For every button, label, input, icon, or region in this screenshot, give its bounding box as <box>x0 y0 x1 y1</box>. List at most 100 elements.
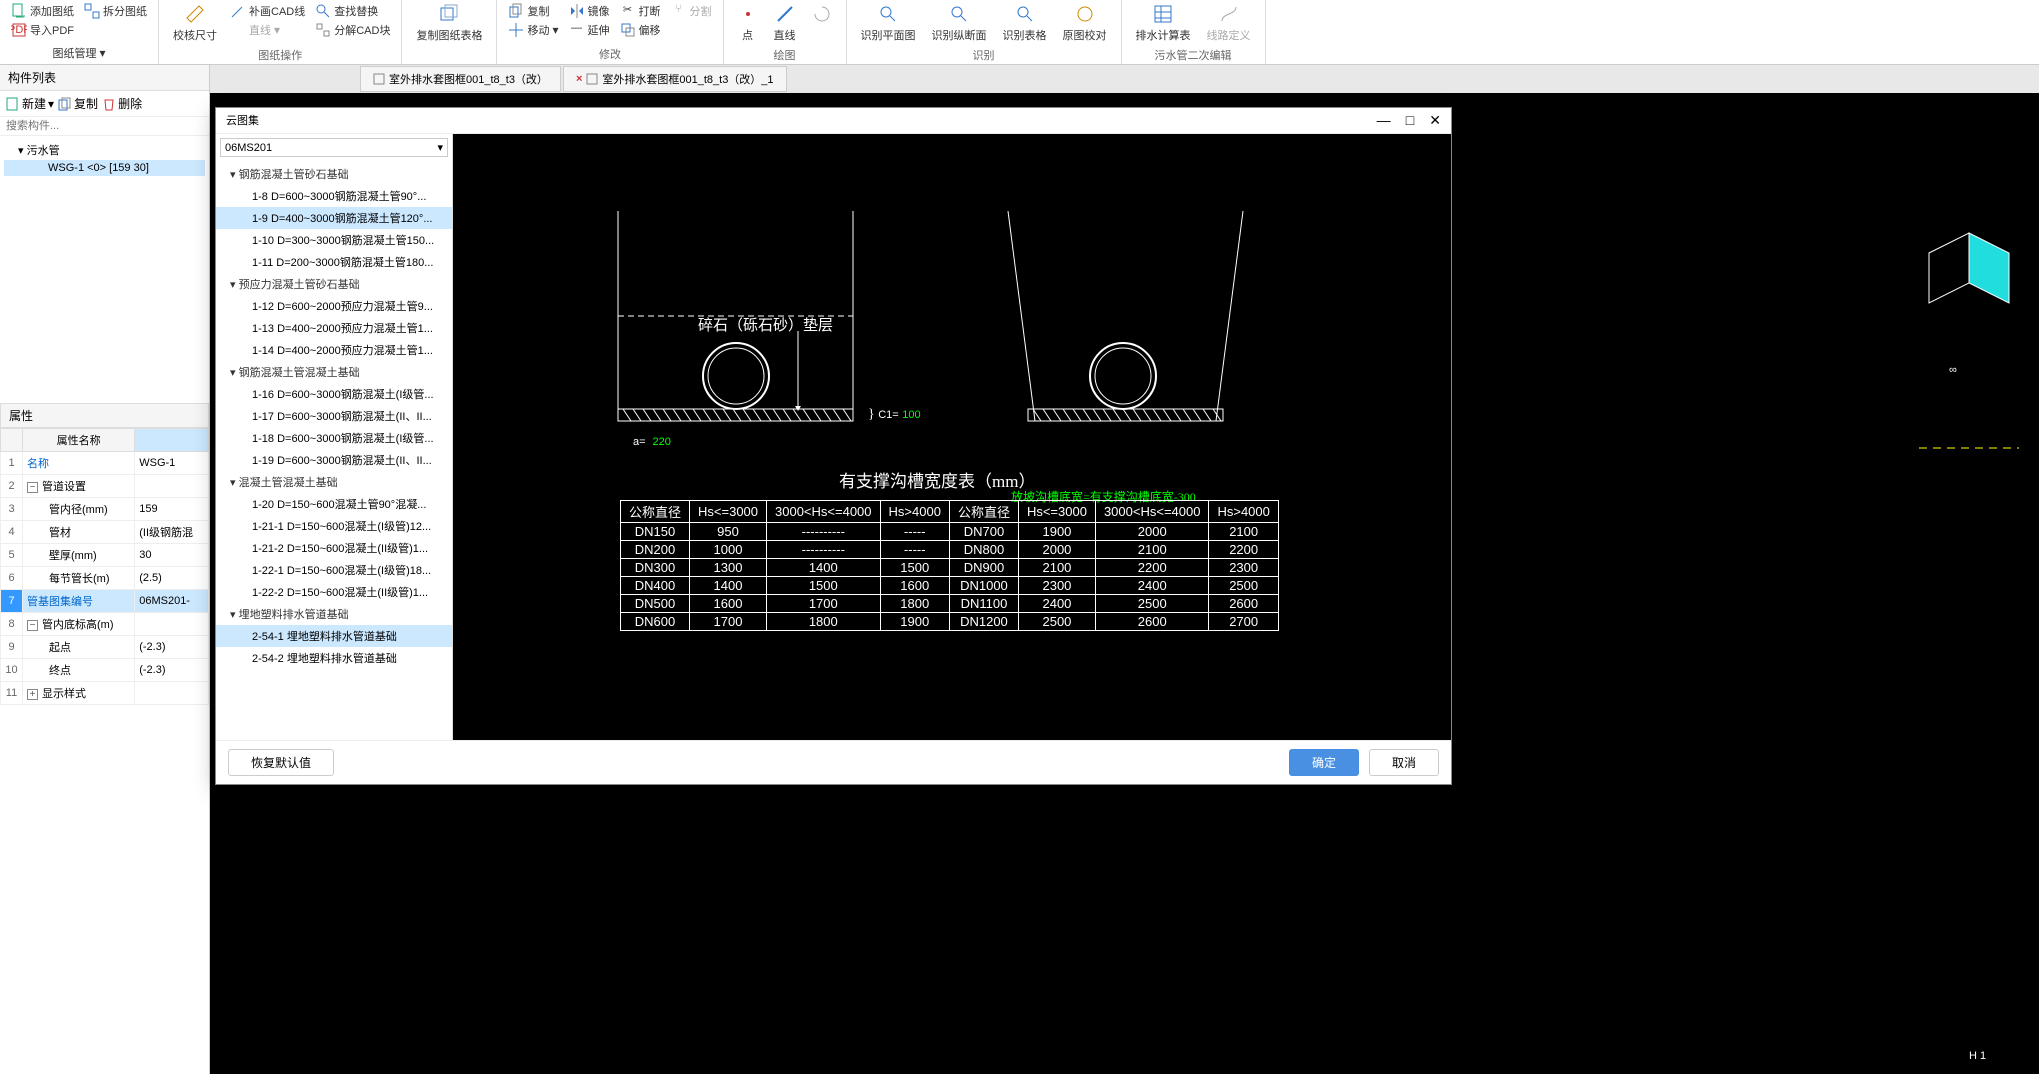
left-panel: 构件列表 新建 ▾ 复制 删除 ▾ 污水管 WSG-1 <0> [159 30]… <box>0 65 210 1074</box>
ribbon-group-modify: 复制 移动 ▾ 镜像 —延伸 ✂打断 偏移 ⑂分割 修改 <box>497 0 723 64</box>
rotate-button <box>806 2 838 45</box>
atlas-category[interactable]: ▾ 钢筋混凝土管砂石基础 <box>216 163 452 185</box>
move-button[interactable]: 移动 ▾ <box>505 21 561 39</box>
ribbon-group-copysheet: 复制图纸表格 <box>402 0 497 64</box>
atlas-item[interactable]: 1-9 D=400~3000钢筋混凝土管120°... <box>216 207 452 229</box>
close-icon[interactable]: ✕ <box>1429 112 1441 128</box>
svg-text:H 1: H 1 <box>1969 1050 1986 1062</box>
delete-button[interactable]: 删除 <box>102 95 142 112</box>
property-row[interactable]: 1名称WSG-1 <box>1 452 209 475</box>
split-cad-button[interactable]: 分解CAD块 <box>312 21 393 39</box>
extend-button[interactable]: —延伸 <box>566 21 613 39</box>
atlas-category[interactable]: ▾ 预应力混凝土管砂石基础 <box>216 273 452 295</box>
atlas-item[interactable]: 1-8 D=600~3000钢筋混凝土管90°... <box>216 185 452 207</box>
properties-table: 属性名称 1名称WSG-12−管道设置3管内径(mm)1594管材(II级钢筋混… <box>0 428 209 705</box>
point-icon <box>738 4 758 24</box>
check-size-button[interactable]: 校核尺寸 <box>167 2 223 45</box>
atlas-item[interactable]: 1-13 D=400~2000预应力混凝土管1... <box>216 317 452 339</box>
atlas-item[interactable]: 1-16 D=600~3000钢筋混凝土(I级管... <box>216 383 452 405</box>
atlas-item[interactable]: 1-19 D=600~3000钢筋混凝土(II、II... <box>216 449 452 471</box>
mirror-button[interactable]: 镜像 <box>566 2 613 20</box>
split-drawing-button[interactable]: 拆分图纸 <box>81 2 150 20</box>
copy-sheet-button[interactable]: 复制图纸表格 <box>410 2 488 48</box>
property-row[interactable]: 3管内径(mm)159 <box>1 498 209 521</box>
add-drawing-button[interactable]: 添加图纸 <box>8 2 77 20</box>
atlas-item[interactable]: 1-18 D=600~3000钢筋混凝土(I级管... <box>216 427 452 449</box>
atlas-dropdown[interactable]: 06MS201▾ <box>220 138 448 157</box>
property-row[interactable]: 4管材(II级钢筋混 <box>1 521 209 544</box>
line-button[interactable]: 直线 <box>768 2 802 45</box>
atlas-item[interactable]: 1-21-2 D=150~600混凝土(II级管)1... <box>216 537 452 559</box>
draw-cad-button[interactable]: 补画CAD线 <box>227 2 308 20</box>
atlas-item[interactable]: 2-54-1 埋地塑料排水管道基础 <box>216 625 452 647</box>
ribbon-group-draw: 点 直线 绘图 <box>724 0 847 64</box>
atlas-item[interactable]: 1-22-2 D=150~600混凝土(II级管)1... <box>216 581 452 603</box>
ribbon-group-recognize: 识别平面图 识别纵断面 识别表格 原图校对 识别 <box>847 0 1122 64</box>
reset-defaults-button[interactable]: 恢复默认值 <box>228 749 334 776</box>
atlas-category[interactable]: ▾ 混凝土管混凝土基础 <box>216 471 452 493</box>
property-row[interactable]: 2−管道设置 <box>1 475 209 498</box>
ribbon-group-ops: 校核尺寸 补画CAD线 直线 ▾ 查找替换 分解CAD块 图纸操作 <box>159 0 402 64</box>
magnify-plan-icon <box>878 4 898 24</box>
property-row[interactable]: 11+显示样式 <box>1 682 209 705</box>
atlas-item[interactable]: 1-10 D=300~3000钢筋混凝土管150... <box>216 229 452 251</box>
close-icon[interactable]: × <box>576 73 582 85</box>
view-cube-icon[interactable]: ∞ <box>1889 223 2019 423</box>
document-tab[interactable]: ×室外排水套图框001_t8_t3（改）_1 <box>563 66 787 92</box>
break-icon: ✂ <box>620 3 636 19</box>
atlas-item[interactable]: 1-17 D=600~3000钢筋混凝土(II、II... <box>216 405 452 427</box>
atlas-item[interactable]: 1-22-1 D=150~600混凝土(I级管)18... <box>216 559 452 581</box>
move-icon <box>508 22 524 38</box>
atlas-item[interactable]: 1-20 D=150~600混凝土管90°混凝... <box>216 493 452 515</box>
dialog-titlebar[interactable]: 云图集 — □ ✕ <box>216 108 1451 134</box>
atlas-item[interactable]: 1-14 D=400~2000预应力混凝土管1... <box>216 339 452 361</box>
atlas-item[interactable]: 1-12 D=600~2000预应力混凝土管9... <box>216 295 452 317</box>
property-row[interactable]: 8−管内底标高(m) <box>1 613 209 636</box>
atlas-category[interactable]: ▾ 埋地塑料排水管道基础 <box>216 603 452 625</box>
ok-button[interactable]: 确定 <box>1289 749 1359 776</box>
route-def-button: 线路定义 <box>1201 2 1257 45</box>
doc-check-icon <box>1075 4 1095 24</box>
copy-component-button[interactable]: 复制 <box>58 95 98 112</box>
export-pdf-button[interactable]: PDF导入PDF <box>8 21 77 39</box>
property-row[interactable]: 9起点(-2.3) <box>1 636 209 659</box>
new-button[interactable]: 新建 ▾ <box>6 95 54 112</box>
property-row[interactable]: 10终点(-2.3) <box>1 659 209 682</box>
point-button[interactable]: 点 <box>732 2 764 45</box>
copy-button[interactable]: 复制 <box>505 2 561 20</box>
atlas-item[interactable]: 1-21-1 D=150~600混凝土(I级管)12... <box>216 515 452 537</box>
delete-icon <box>102 97 116 111</box>
tree-node-sewer[interactable]: ▾ 污水管 <box>4 140 205 160</box>
orig-check-button[interactable]: 原图校对 <box>1057 2 1113 45</box>
id-table-button[interactable]: 识别表格 <box>997 2 1053 45</box>
tree-leaf-wsg1[interactable]: WSG-1 <0> [159 30] <box>4 160 205 176</box>
drawing-mgmt-dropdown[interactable]: 图纸管理 ▾ <box>8 44 150 62</box>
maximize-icon[interactable]: □ <box>1406 112 1414 128</box>
atlas-item[interactable]: 1-11 D=200~3000钢筋混凝土管180... <box>216 251 452 273</box>
copy-icon <box>508 3 524 19</box>
break-button[interactable]: ✂打断 <box>617 2 664 20</box>
minimize-icon[interactable]: — <box>1377 112 1391 128</box>
id-plan-button[interactable]: 识别平面图 <box>855 2 922 45</box>
find-replace-button[interactable]: 查找替换 <box>312 2 393 20</box>
atlas-item[interactable]: 2-54-2 埋地塑料排水管道基础 <box>216 647 452 669</box>
id-section-button[interactable]: 识别纵断面 <box>926 2 993 45</box>
dialog-preview-canvas[interactable]: 碎石（砾石砂）垫层 } C1= 100 a= 220 有支撑沟槽宽度表（mm） … <box>453 134 1451 740</box>
document-tab[interactable]: 室外排水套图框001_t8_t3（改） <box>360 66 561 92</box>
atlas-category[interactable]: ▾ 钢筋混凝土管混凝土基础 <box>216 361 452 383</box>
property-row[interactable]: 7管基图集编号06MS201- <box>1 590 209 613</box>
component-search-input[interactable] <box>0 117 209 136</box>
property-row[interactable]: 5壁厚(mm)30 <box>1 544 209 567</box>
line-icon <box>230 22 246 38</box>
offset-button[interactable]: 偏移 <box>617 21 664 39</box>
drain-calc-button[interactable]: 排水计算表 <box>1130 2 1197 45</box>
pencil-line-icon <box>230 3 246 19</box>
trench-width-table: 公称直径Hs<=30003000<Hs<=4000Hs>4000公称直径Hs<=… <box>620 500 1279 631</box>
dialog-footer: 恢复默认值 确定 取消 <box>216 740 1451 784</box>
property-row[interactable]: 6每节管长(m)(2.5) <box>1 567 209 590</box>
cancel-button[interactable]: 取消 <box>1369 749 1439 776</box>
ribbon-group-drawings: 添加图纸 PDF导入PDF 拆分图纸 图纸管理 ▾ <box>0 0 159 64</box>
split2-button: ⑂分割 <box>668 2 715 20</box>
pdf-icon: PDF <box>11 22 27 38</box>
atlas-tree: ▾ 钢筋混凝土管砂石基础1-8 D=600~3000钢筋混凝土管90°...1-… <box>216 161 452 740</box>
